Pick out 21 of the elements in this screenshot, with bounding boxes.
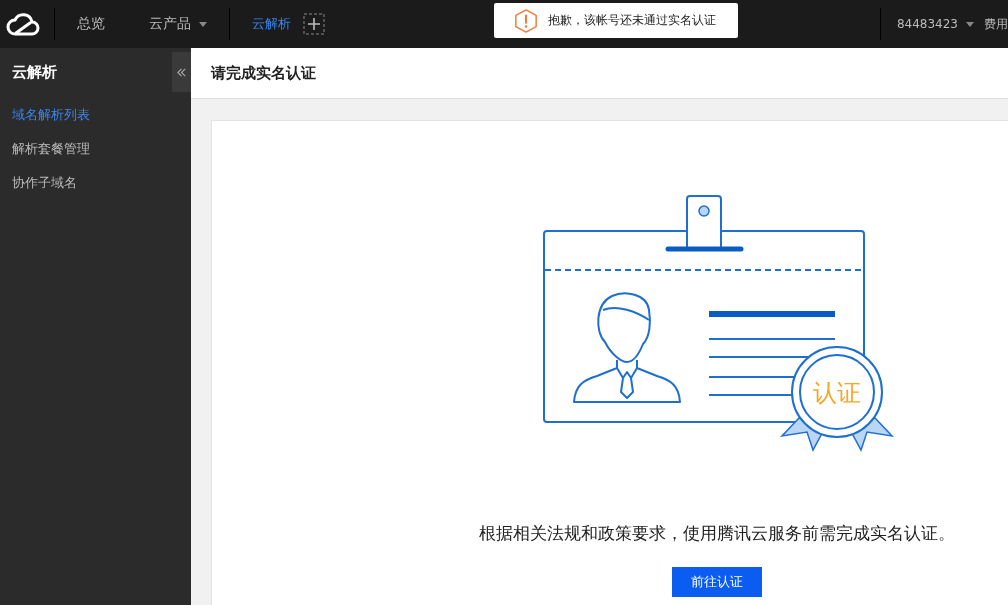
account-dropdown[interactable]: 84483423 <box>880 17 984 31</box>
fees-link[interactable]: 费用 <box>984 15 1008 33</box>
verify-button[interactable]: 前往认证 <box>672 567 762 597</box>
add-icon[interactable] <box>303 13 325 35</box>
sidebar-item[interactable]: 域名解析列表 <box>0 98 191 132</box>
toast-message: 抱歉，该帐号还未通过实名认证 <box>548 12 716 29</box>
sidebar-title: 云解析 <box>11 62 57 82</box>
caret-icon <box>199 21 207 27</box>
sidebar-item[interactable]: 协作子域名 <box>0 166 191 200</box>
collapse-button[interactable] <box>172 52 191 92</box>
sidebar-item[interactable]: 解析套餐管理 <box>0 132 191 166</box>
warning-icon <box>514 7 538 34</box>
caret-icon <box>966 21 974 27</box>
nav-link[interactable]: 总览 <box>55 15 127 33</box>
products-dropdown[interactable]: 云产品 <box>127 15 229 33</box>
info-text: 根据相关法规和政策要求，使用腾讯云服务前需完成实名认证。 <box>479 522 955 545</box>
nav-link[interactable]: 云解析 <box>230 15 301 33</box>
page-title: 请完成实名认证 <box>211 63 316 83</box>
cloud-logo-icon[interactable] <box>6 11 40 37</box>
double-chevron-left-icon <box>176 66 187 78</box>
seal-text: 认证 <box>813 379 861 407</box>
